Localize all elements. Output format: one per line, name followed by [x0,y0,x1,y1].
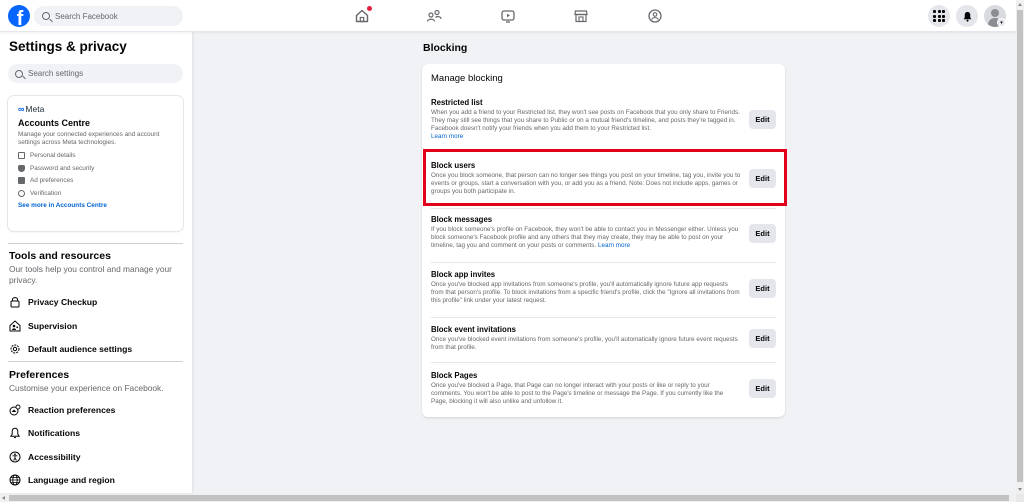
ad-icon [18,177,25,184]
main-nav [330,0,690,32]
accounts-centre-card[interactable]: ∞ Meta Accounts Centre Manage your connec… [8,96,183,231]
menu-grid-icon [933,10,945,22]
vertical-scrollbar[interactable] [1016,0,1024,494]
horizontal-scrollbar-thumb[interactable] [9,495,1009,501]
search-facebook-input[interactable] [55,11,175,21]
card-title: Manage blocking [431,73,503,84]
divider [8,243,183,244]
marketplace-icon[interactable] [573,8,589,24]
reaction-icon [9,404,21,416]
accounts-centre-item-verification[interactable]: Verification [18,189,173,197]
shield-icon [18,164,25,172]
search-settings-input[interactable] [28,69,148,78]
divider [431,208,776,209]
edit-block-event-invitations-button[interactable]: Edit [749,329,776,348]
horizontal-scrollbar[interactable] [0,494,1016,502]
chevron-down-icon[interactable]: ▾ [997,18,1006,27]
sidebar-item-supervision[interactable]: Supervision [9,319,77,333]
block-item-title: Block Pages [431,371,478,380]
meta-infinity-icon: ∞ [18,104,25,114]
preferences-section-description: Customise your experience on Facebook. [9,383,164,393]
sidebar-item-language-region[interactable]: Language and region [9,473,115,487]
accessibility-icon [9,451,21,463]
block-item-description: Once you've blocked app invitations from… [431,280,740,304]
manage-blocking-card: Manage blocking Restricted list When you… [422,64,785,417]
block-item-title: Block messages [431,215,493,224]
sidebar-item-reaction-preferences[interactable]: Reaction preferences [9,403,115,417]
block-item-title: Restricted list [431,98,483,107]
sidebar-item-accessibility[interactable]: Accessibility [9,450,81,464]
bell-icon [963,11,971,22]
accounts-centre-title: Accounts Centre [18,118,91,128]
block-item-restricted-list: Restricted list When you add a friend to… [431,98,776,144]
facebook-logo[interactable]: f [8,5,30,27]
scroll-left-arrow-icon[interactable] [2,496,5,500]
home-icon[interactable] [354,6,372,24]
block-item-title: Block app invites [431,270,496,279]
friends-icon[interactable] [426,8,442,24]
meta-logo: ∞ Meta [18,104,45,114]
groups-icon[interactable] [647,8,663,24]
accounts-centre-item-personal-details[interactable]: Personal details [18,152,173,160]
edit-restricted-list-button[interactable]: Edit [749,110,776,129]
scroll-down-arrow-icon[interactable] [1018,488,1022,491]
home-notification-dot [367,6,372,11]
supervision-icon [9,320,21,332]
divider [8,361,183,362]
sidebar-item-notifications[interactable]: Notifications [9,426,80,440]
account-controls [928,5,1006,27]
vertical-scrollbar-thumb[interactable] [1017,10,1023,482]
block-item-title: Block event invitations [431,325,516,334]
block-item-description: Once you block someone, that person can … [431,171,741,195]
accounts-centre-item-ad-preferences[interactable]: Ad preferences [18,177,173,185]
lock-icon [9,296,21,308]
edit-block-app-invites-button[interactable]: Edit [749,279,776,298]
page-title: Blocking [423,42,468,54]
edit-block-messages-button[interactable]: Edit [749,224,776,243]
watch-icon[interactable] [500,8,516,24]
accounts-centre-item-password-security[interactable]: Password and security [18,164,173,172]
sidebar-title: Settings & privacy [9,39,127,54]
notifications-button[interactable] [956,5,978,27]
id-card-icon [18,152,25,159]
see-more-accounts-centre-link[interactable]: See more in Accounts Centre [18,202,173,209]
search-facebook-box[interactable] [34,6,183,26]
block-item-description: When you add a friend to your Restricted… [431,108,740,141]
search-icon [42,12,50,20]
search-icon [15,69,23,78]
gear-icon [9,343,21,355]
scroll-up-arrow-icon[interactable] [1018,3,1022,6]
learn-more-link[interactable]: Learn more [431,133,463,140]
verification-icon [18,189,25,197]
preferences-section-title: Preferences [9,369,70,381]
edit-block-pages-button[interactable]: Edit [749,379,776,398]
edit-block-users-button[interactable]: Edit [749,169,776,188]
block-item-block-messages: Block messages If you block someone's pr… [431,215,776,255]
block-item-block-app-invites: Block app invites Once you've blocked ap… [431,270,776,310]
block-item-description: Once you've blocked a Page, that Page ca… [431,381,724,405]
divider [431,362,776,363]
settings-sidebar: Settings & privacy ∞Meta Accounts Centre… [0,32,192,493]
tools-section-description: Our tools help you control and manage yo… [9,264,172,285]
block-item-block-event-invitations: Block event invitations Once you've bloc… [431,325,776,355]
top-navigation-bar: f ▾ [0,0,1016,32]
globe-icon [9,474,21,486]
scrollbar-corner [1016,494,1024,502]
block-item-block-pages: Block Pages Once you've blocked a Page, … [431,371,776,411]
learn-more-link[interactable]: Learn more [598,242,630,249]
sidebar-item-default-audience[interactable]: Default audience settings [9,342,132,356]
block-item-block-users: Block users Once you block someone, that… [431,161,776,201]
divider [431,262,776,263]
menu-grid-button[interactable] [928,5,950,27]
divider [431,317,776,318]
block-item-title: Block users [431,161,476,170]
block-item-description: Once you've blocked event invitations fr… [431,335,738,351]
sidebar-item-privacy-checkup[interactable]: Privacy Checkup [9,295,97,309]
tools-section-title: Tools and resources [9,250,111,262]
search-settings-box[interactable] [8,64,183,83]
bell-icon [9,427,21,439]
accounts-centre-description: Manage your connected experiences and ac… [18,131,160,146]
block-item-description: If you block someone's profile on Facebo… [431,225,739,249]
